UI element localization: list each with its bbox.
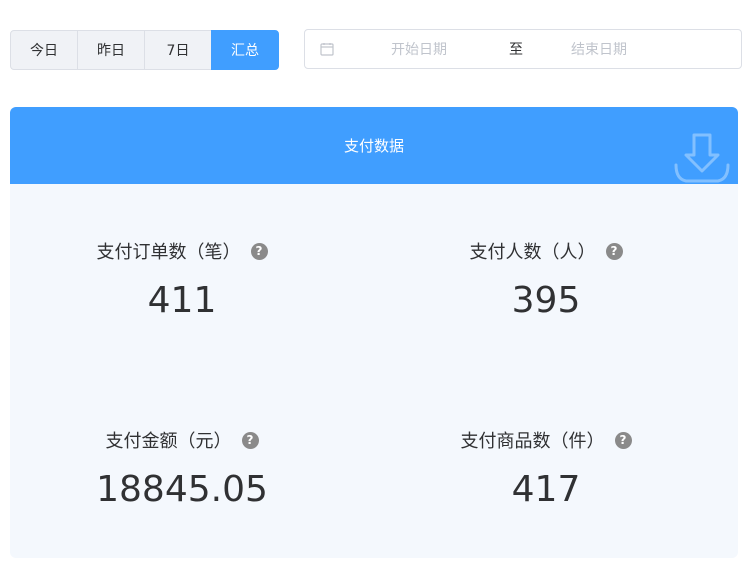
tab-7-days[interactable]: 7日: [144, 30, 212, 70]
stat-label: 支付商品数（件）: [460, 431, 605, 452]
tab-today[interactable]: 今日: [10, 30, 78, 70]
help-icon[interactable]: ?: [614, 431, 632, 449]
stat-paid-items: 支付商品数（件） ? 417: [364, 427, 728, 510]
date-range-separator: 至: [509, 42, 523, 58]
stat-paid-orders: 支付订单数（笔） ? 411: [0, 238, 364, 321]
download-icon[interactable]: [672, 131, 732, 187]
stat-label: 支付金额（元）: [105, 431, 232, 452]
date-range-picker[interactable]: 开始日期 至 结束日期: [304, 29, 742, 69]
date-range-tabs: 今日 昨日 7日 汇总: [10, 30, 279, 70]
tab-yesterday[interactable]: 昨日: [77, 30, 145, 70]
help-icon[interactable]: ?: [250, 242, 268, 260]
end-date-input[interactable]: 结束日期: [571, 39, 627, 59]
stat-value: 395: [511, 280, 581, 321]
card-title: 支付数据: [343, 137, 404, 155]
help-icon[interactable]: ?: [241, 431, 259, 449]
help-icon[interactable]: ?: [605, 242, 623, 260]
calendar-icon: [320, 42, 334, 56]
stat-label: 支付人数（人）: [469, 242, 596, 263]
stat-value: 18845.05: [96, 469, 268, 510]
stat-paid-amount: 支付金额（元） ? 18845.05: [0, 427, 364, 510]
stat-value: 411: [147, 280, 217, 321]
stat-label: 支付订单数（笔）: [96, 242, 241, 263]
stat-paying-users: 支付人数（人） ? 395: [364, 238, 728, 321]
start-date-input[interactable]: 开始日期: [391, 39, 447, 59]
card-header: 支付数据: [10, 107, 738, 184]
tab-summary[interactable]: 汇总: [211, 30, 279, 70]
stat-value: 417: [511, 469, 581, 510]
